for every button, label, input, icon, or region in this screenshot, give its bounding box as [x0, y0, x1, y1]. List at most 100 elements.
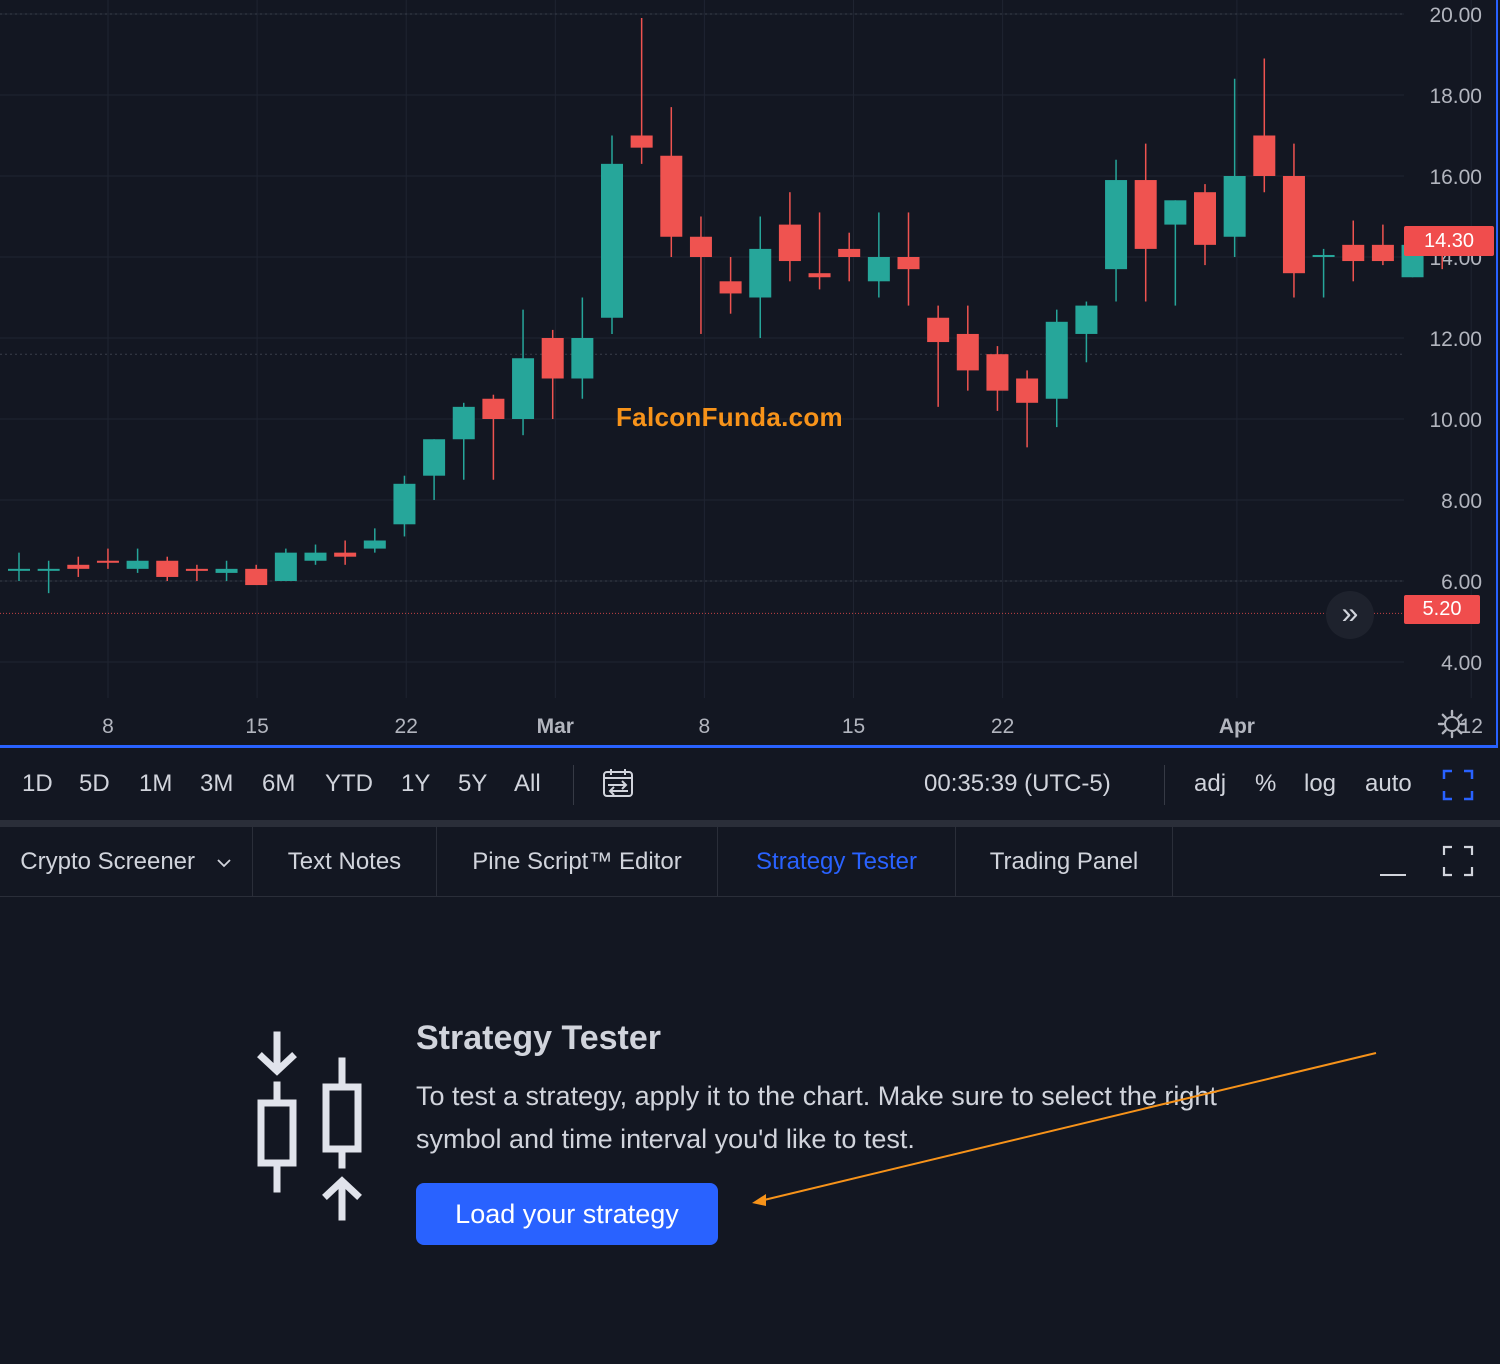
last-price-tag: 14.30 [1404, 226, 1494, 256]
candle-body [1253, 135, 1276, 176]
toolbar-divider [573, 765, 574, 805]
chart-focus-border-bottom [0, 745, 1498, 748]
candle-body [304, 552, 327, 561]
y-axis-label: 20.00 [1429, 4, 1482, 27]
candle-body [749, 248, 772, 298]
y-axis-label: 6.00 [1441, 571, 1482, 594]
range-1m-button[interactable]: 1M [139, 770, 172, 798]
x-axis-label: 8 [699, 715, 711, 738]
range-1d-button[interactable]: 1D [22, 770, 53, 798]
load-strategy-button[interactable]: Load your strategy [416, 1183, 718, 1245]
tab-strategy-tester[interactable]: Strategy Tester [718, 827, 956, 896]
maximize-icon[interactable] [1442, 845, 1474, 877]
candle-body [423, 439, 446, 476]
tab-label: Trading Panel [989, 848, 1139, 875]
y-axis-label: 8.00 [1441, 490, 1482, 513]
range-3m-button[interactable]: 3M [200, 770, 233, 798]
candle-body [630, 135, 653, 148]
x-axis-label: 15 [842, 715, 865, 738]
y-axis-label: 18.00 [1429, 85, 1482, 108]
candle-body [1282, 176, 1305, 274]
candle-body [274, 552, 297, 581]
candle-body [1164, 200, 1187, 225]
candle-body [1371, 244, 1394, 262]
candle-body [867, 257, 890, 282]
x-axis-label: 22 [395, 715, 418, 738]
candle-body [601, 163, 623, 318]
log-scale-toggle[interactable]: log [1304, 770, 1336, 798]
strategy-candles-icon [257, 1031, 362, 1221]
calendar-arrow-icon[interactable] [600, 767, 636, 801]
tab-pine-script-editor[interactable]: Pine Script™ Editor [437, 827, 718, 896]
candle-body [334, 552, 357, 557]
x-axis-label: 22 [991, 715, 1014, 738]
range-5d-button[interactable]: 5D [79, 770, 110, 798]
x-axis-label: Mar [537, 715, 574, 738]
tab-trading-panel[interactable]: Trading Panel [956, 827, 1173, 896]
x-axis-label: 8 [102, 715, 114, 738]
candle-body [96, 560, 119, 563]
bottom-panel-tabs: Crypto Screener Text Notes Pine Script™ … [0, 827, 1500, 897]
scroll-to-realtime-button[interactable]: » [1326, 591, 1374, 639]
candle-body [452, 406, 475, 440]
toolbar-divider [1164, 765, 1165, 805]
candle-body [1134, 180, 1157, 249]
candle-body [660, 155, 683, 237]
candle-body [1075, 305, 1098, 334]
candlestick-chart[interactable]: 20.0018.0016.0014.0012.0010.008.006.004.… [0, 0, 1500, 748]
chart-focus-border-right [1496, 0, 1498, 748]
tab-crypto-screener[interactable]: Crypto Screener [0, 827, 253, 896]
candle-body [541, 338, 564, 379]
range-1y-button[interactable]: 1Y [401, 770, 430, 798]
tab-text-notes[interactable]: Text Notes [253, 827, 437, 896]
adj-toggle[interactable]: adj [1194, 770, 1226, 798]
y-axis-label: 12.00 [1429, 328, 1482, 351]
chevron-down-icon [217, 859, 231, 867]
strategy-tester-panel: Strategy Tester To test a strategy, appl… [0, 897, 1500, 1364]
candle-body [37, 568, 60, 571]
chart-area[interactable]: 20.00 18.00 16.00 14.00 12.00 10.00 8.00 6.00 4.… [0, 0, 1500, 748]
minimize-icon[interactable] [1378, 855, 1408, 879]
tab-label: Strategy Tester [756, 848, 917, 875]
y-axis-label: 10.00 [1429, 409, 1482, 432]
range-5y-button[interactable]: 5Y [458, 770, 487, 798]
empty-state-description: To test a strategy, apply it to the char… [416, 1081, 1217, 1154]
candle-body [185, 568, 208, 571]
auto-scale-toggle[interactable]: auto [1365, 770, 1412, 798]
candle-body [986, 354, 1009, 391]
candle-body [363, 540, 386, 549]
tab-label: Pine Script™ Editor [472, 848, 682, 875]
candle-body [126, 560, 149, 569]
panel-separator[interactable] [0, 820, 1500, 827]
candle-body [1342, 244, 1365, 262]
candle-body [897, 257, 920, 270]
gear-icon[interactable] [1436, 708, 1468, 740]
fullscreen-corners-icon[interactable] [1442, 769, 1474, 801]
bottom-toolbar: 1D 5D 1M 3M 6M YTD 1Y 5Y All 00:35:39 (U… [0, 750, 1500, 820]
candle-body [245, 568, 268, 586]
candle-body [1312, 254, 1335, 257]
candle-body [1194, 192, 1216, 245]
candle-body [1105, 180, 1128, 270]
candle-body [956, 333, 979, 371]
candle-body [215, 568, 238, 573]
candle-body [927, 317, 950, 343]
range-6m-button[interactable]: 6M [262, 770, 295, 798]
x-axis-label: Apr [1219, 715, 1255, 738]
tab-label: Crypto Screener [20, 848, 196, 875]
double-chevron-right-icon: » [1341, 597, 1359, 630]
percent-scale-toggle[interactable]: % [1255, 770, 1276, 798]
candle-body [1223, 176, 1246, 237]
candle-body [808, 273, 831, 278]
range-all-button[interactable]: All [514, 770, 541, 798]
candle-body [571, 338, 594, 379]
watermark: FalconFunda.com [616, 402, 843, 432]
timezone-clock[interactable]: 00:35:39 (UTC-5) [924, 770, 1111, 798]
candle-body [156, 560, 179, 577]
candle-body [8, 568, 30, 571]
range-ytd-button[interactable]: YTD [325, 770, 373, 798]
tab-label: Text Notes [287, 848, 402, 875]
y-axis-label: 16.00 [1429, 166, 1482, 189]
candle-body [689, 236, 712, 257]
x-axis-label: 15 [245, 715, 268, 738]
